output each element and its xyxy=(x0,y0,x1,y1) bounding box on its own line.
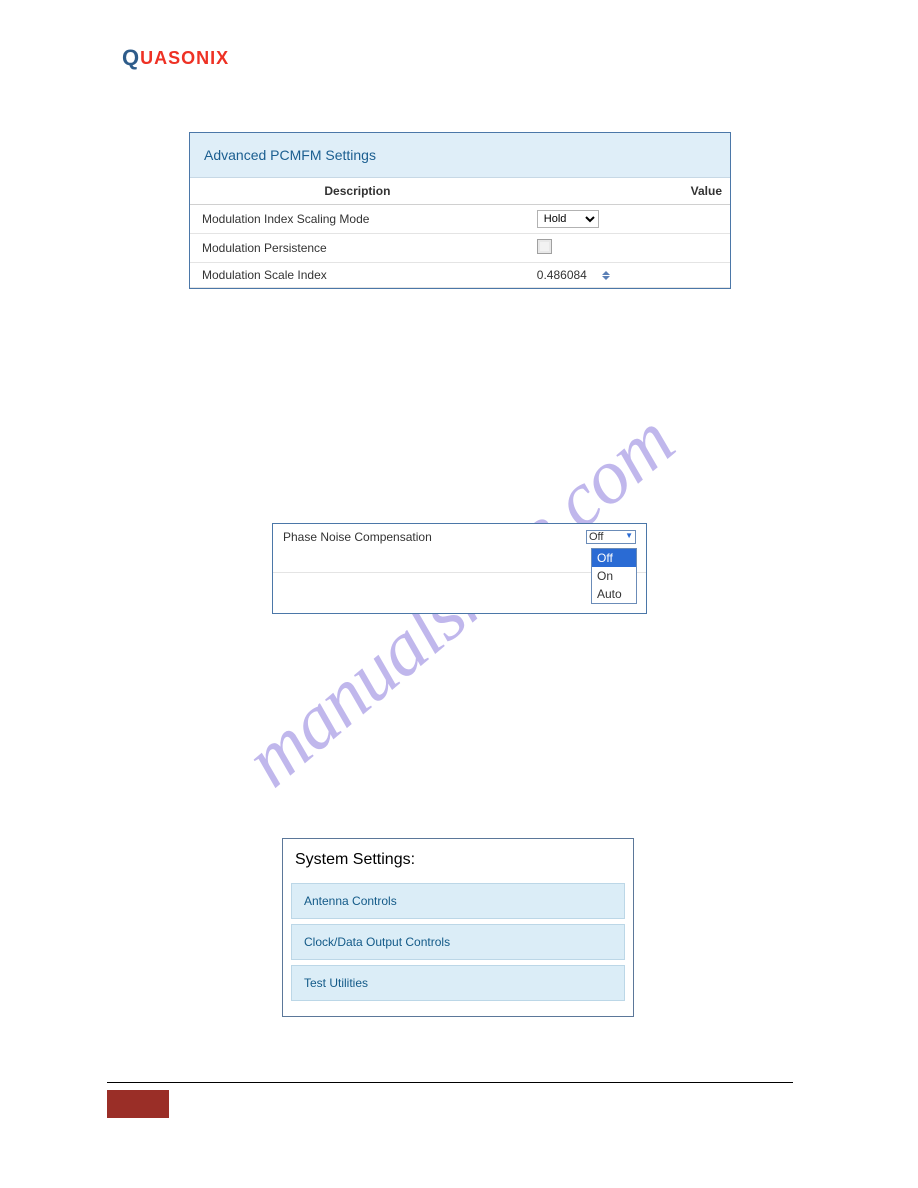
phase-noise-compensation-select[interactable]: Off ▼ xyxy=(586,530,636,544)
pnc-label: Phase Noise Compensation xyxy=(283,530,432,544)
pnc-option-on[interactable]: On xyxy=(592,567,636,585)
pnc-option-auto[interactable]: Auto xyxy=(592,585,636,603)
footer-divider xyxy=(107,1082,793,1083)
row-label: Modulation Scale Index xyxy=(190,263,525,288)
stepper-down-icon[interactable] xyxy=(602,276,610,280)
modulation-scale-index-stepper[interactable] xyxy=(590,271,613,280)
logo-rest: UASONIX xyxy=(140,48,229,68)
modulation-scale-index-value[interactable]: 0.486084 xyxy=(537,268,587,282)
system-settings-panel: System Settings: Antenna Controls Clock/… xyxy=(282,838,634,1017)
page: QUASONIX manualshive.com Advanced PCMFM … xyxy=(0,0,918,1188)
sys-item-clock-data-output-controls[interactable]: Clock/Data Output Controls xyxy=(291,924,625,960)
row-label: Modulation Persistence xyxy=(190,234,525,263)
modulation-index-scaling-mode-select[interactable]: Hold xyxy=(537,210,599,228)
pnc-dropdown-list: Off On Auto xyxy=(591,548,637,604)
sys-item-test-utilities[interactable]: Test Utilities xyxy=(291,965,625,1001)
column-header-value: Value xyxy=(525,178,730,205)
logo-q: Q xyxy=(122,45,140,70)
system-settings-list: Antenna Controls Clock/Data Output Contr… xyxy=(283,883,633,1016)
pcmfm-settings-table: Description Value Modulation Index Scali… xyxy=(190,178,730,288)
table-row: Modulation Persistence xyxy=(190,234,730,263)
footer-page-block xyxy=(107,1090,169,1118)
table-row: Modulation Scale Index 0.486084 xyxy=(190,263,730,288)
stepper-up-icon[interactable] xyxy=(602,271,610,275)
phase-noise-compensation-panel: Phase Noise Compensation Off ▼ Off On Au… xyxy=(272,523,647,614)
column-header-description: Description xyxy=(190,178,525,205)
advanced-pcmfm-settings-panel: Advanced PCMFM Settings Description Valu… xyxy=(189,132,731,289)
pcmfm-panel-title: Advanced PCMFM Settings xyxy=(190,133,730,178)
sys-item-antenna-controls[interactable]: Antenna Controls xyxy=(291,883,625,919)
pnc-option-off[interactable]: Off xyxy=(592,549,636,567)
table-row: Modulation Index Scaling Mode Hold xyxy=(190,205,730,234)
brand-logo: QUASONIX xyxy=(122,44,229,70)
chevron-down-icon: ▼ xyxy=(625,531,633,540)
modulation-persistence-checkbox[interactable] xyxy=(537,239,552,254)
row-label: Modulation Index Scaling Mode xyxy=(190,205,525,234)
system-settings-title: System Settings: xyxy=(283,839,633,883)
